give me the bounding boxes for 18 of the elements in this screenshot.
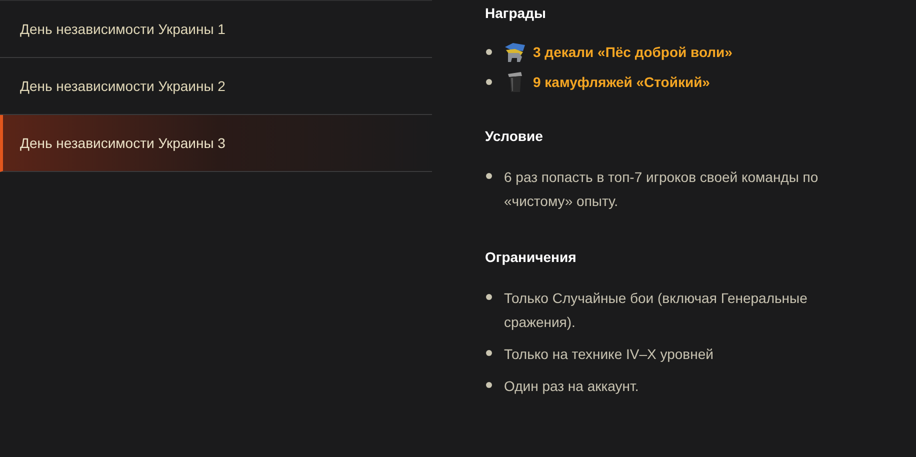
mission-tab[interactable]: День независимости Украины 3 <box>0 115 432 172</box>
list-text: Только Случайные бои (включая Генеральные сражения). <box>504 289 808 332</box>
mission-tab[interactable]: День независимости Украины 1 <box>0 1 432 58</box>
paint-can-icon <box>506 71 524 93</box>
reward-text: 3 декали «Пёс доброй воли» <box>533 42 732 62</box>
list-text: Только на технике IV–X уровней <box>504 345 714 364</box>
bullet <box>486 294 492 300</box>
bullet <box>486 382 492 388</box>
bullet <box>486 173 492 179</box>
list-text: 6 раз попасть в топ-7 игроков своей команды по «чистому» опыту. <box>504 168 820 211</box>
bullet <box>486 350 492 356</box>
bullet <box>486 49 492 55</box>
reward-text: 9 камуфляжей «Стойкий» <box>533 72 710 92</box>
section-heading: Ограничения <box>485 248 578 267</box>
list-text: Один раз на аккаунт. <box>504 377 640 396</box>
section-heading: Условие <box>485 127 544 146</box>
section-heading: Награды <box>485 4 547 23</box>
bullet <box>486 79 492 85</box>
